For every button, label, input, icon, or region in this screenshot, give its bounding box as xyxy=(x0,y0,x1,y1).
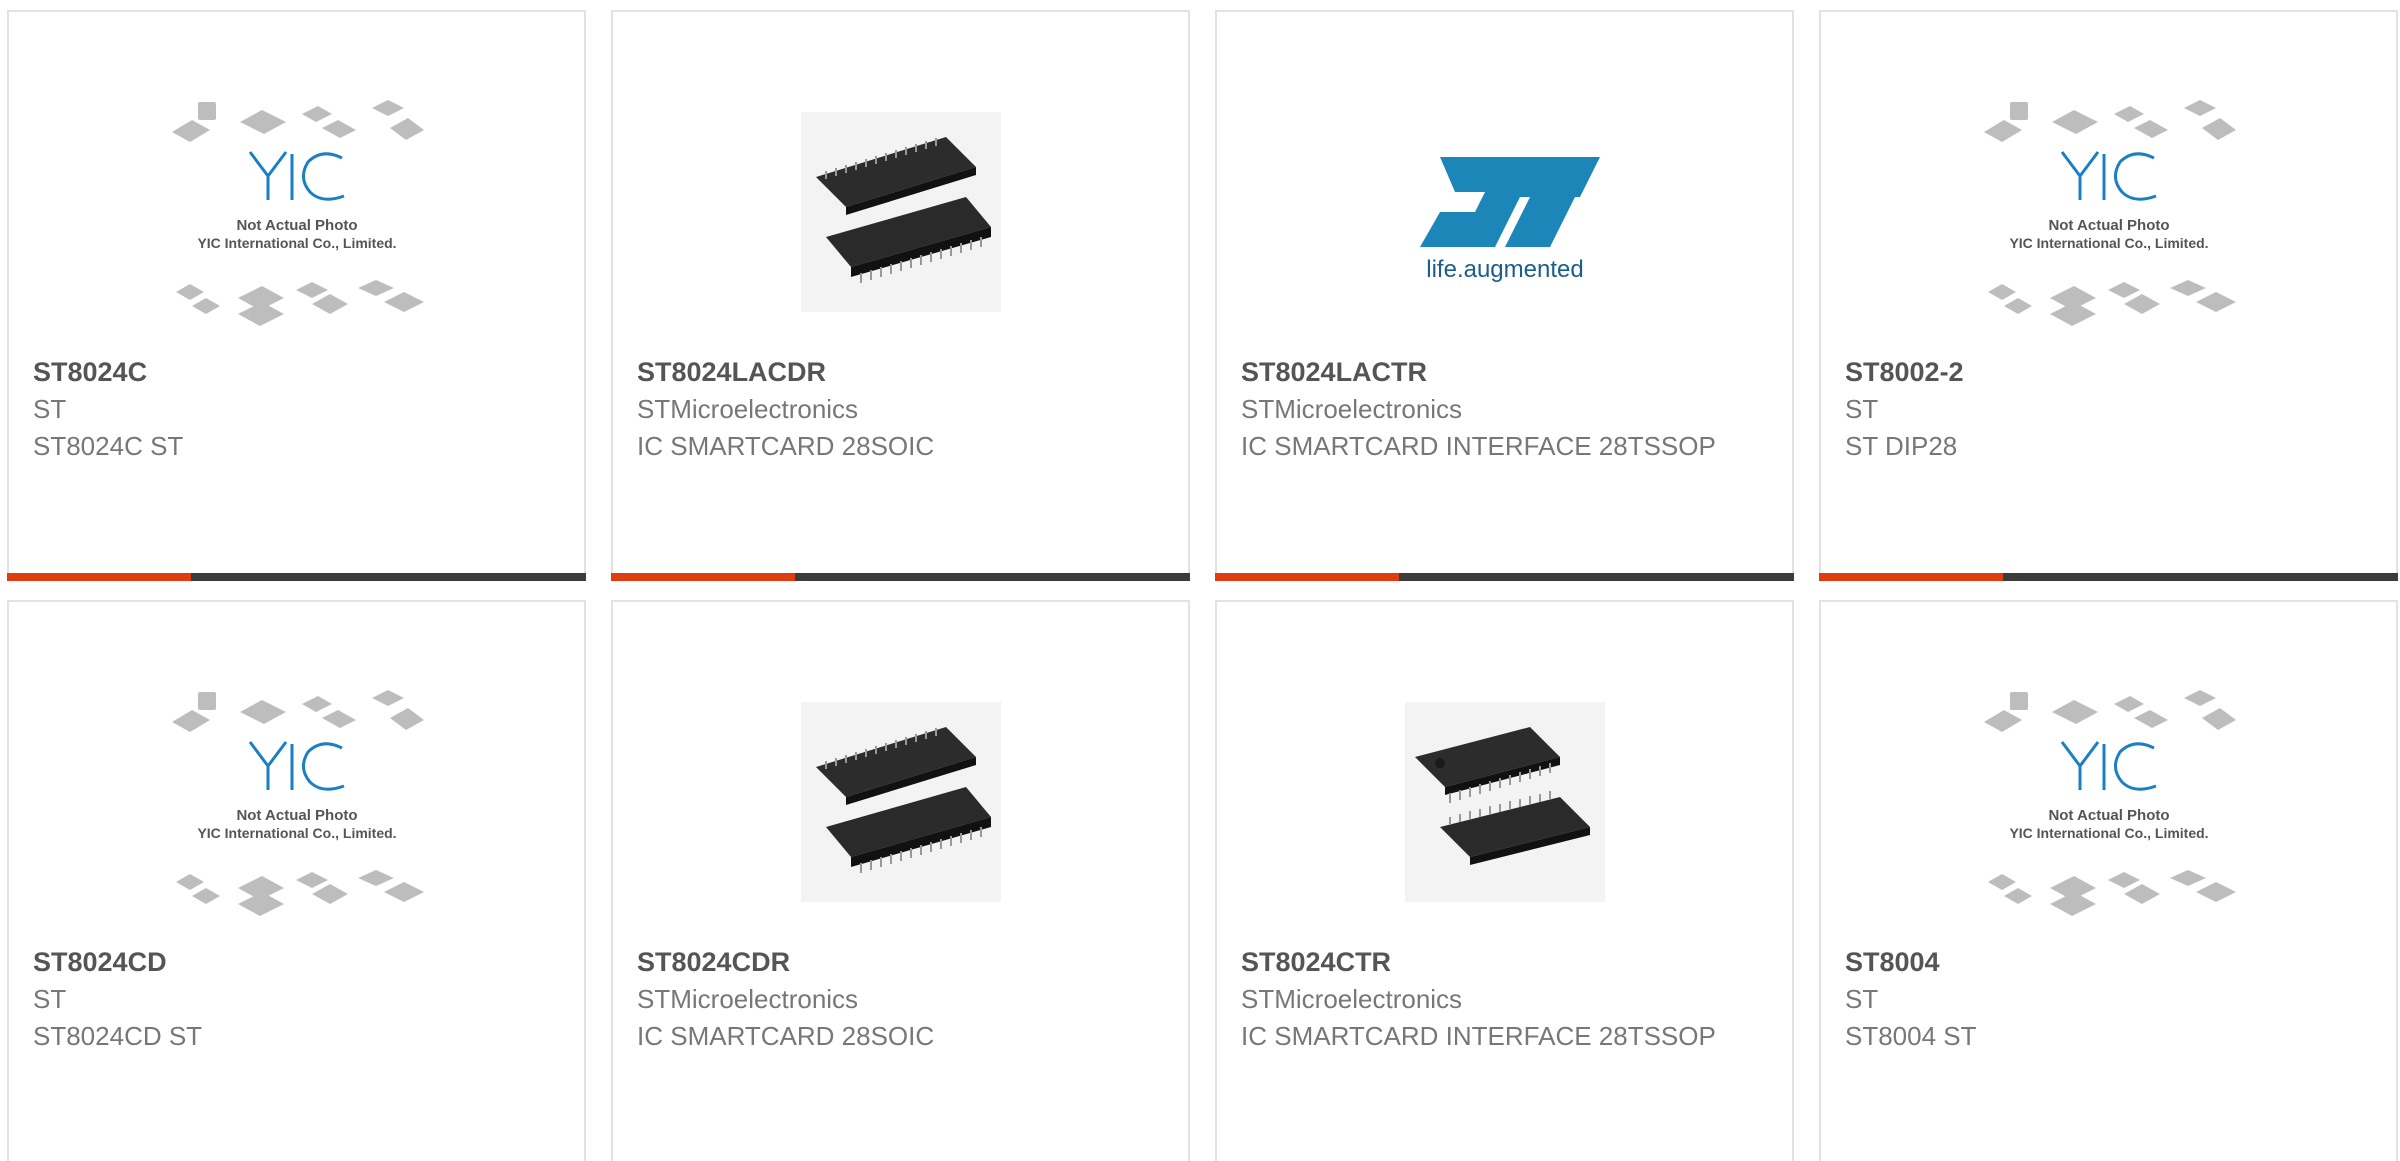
product-image[interactable] xyxy=(613,662,1188,942)
product-image[interactable]: Not Actual Photo YIC International Co., … xyxy=(9,662,584,942)
yic-placeholder-image: Not Actual Photo YIC International Co., … xyxy=(171,690,424,916)
placeholder-line2: YIC International Co., Limited. xyxy=(2009,235,2208,251)
placeholder-line1: Not Actual Photo xyxy=(236,807,357,824)
product-card[interactable]: ST8024CTR STMicroelectronics IC SMARTCAR… xyxy=(1215,600,1794,1161)
st-logo: life.augmented xyxy=(1419,157,1600,283)
description: IC SMARTCARD INTERFACE 28TSSOP xyxy=(1241,431,1716,461)
placeholder-line1: Not Actual Photo xyxy=(2048,807,2169,824)
product-card[interactable]: ST8024LACDR STMicroelectronics IC SMARTC… xyxy=(611,10,1190,581)
description: ST8024C ST xyxy=(33,431,184,461)
card-footer-bar xyxy=(611,573,1190,581)
manufacturer: ST xyxy=(1845,984,1879,1014)
placeholder-line2: YIC International Co., Limited. xyxy=(197,235,396,251)
product-card[interactable]: Not Actual Photo YIC International Co., … xyxy=(1819,600,2398,1161)
description: ST DIP28 xyxy=(1845,431,1958,461)
description: ST8024CD ST xyxy=(33,1021,203,1051)
product-grid: Not Actual Photo YIC International Co., … xyxy=(0,0,2400,1161)
product-image[interactable]: life.augmented xyxy=(1217,72,1792,352)
yic-placeholder-image: Not Actual Photo YIC International Co., … xyxy=(1983,690,2236,916)
placeholder-line2: YIC International Co., Limited. xyxy=(2009,825,2208,841)
part-number[interactable]: ST8024CD xyxy=(33,944,560,981)
yic-placeholder-image: Not Actual Photo YIC International Co., … xyxy=(1983,100,2236,326)
placeholder-line1: Not Actual Photo xyxy=(236,217,357,234)
part-number[interactable]: ST8024LACTR xyxy=(1241,354,1768,391)
manufacturer: STMicroelectronics xyxy=(637,984,859,1014)
product-image[interactable]: Not Actual Photo YIC International Co., … xyxy=(1821,72,2396,352)
manufacturer: ST xyxy=(33,984,67,1014)
soic-chip-photo xyxy=(800,702,1001,902)
product-image[interactable] xyxy=(613,72,1188,352)
manufacturer: ST xyxy=(33,394,67,424)
product-image[interactable] xyxy=(1217,662,1792,942)
card-footer-bar xyxy=(1215,573,1794,581)
manufacturer: ST xyxy=(1845,394,1879,424)
description: IC SMARTCARD 28SOIC xyxy=(637,431,935,461)
manufacturer: STMicroelectronics xyxy=(1241,984,1463,1014)
yic-placeholder-image: Not Actual Photo YIC International Co., … xyxy=(171,100,424,326)
description: IC SMARTCARD 28SOIC xyxy=(637,1021,935,1051)
soic-chip-photo xyxy=(800,112,1001,312)
product-card[interactable]: Not Actual Photo YIC International Co., … xyxy=(7,600,586,1161)
description: IC SMARTCARD INTERFACE 28TSSOP xyxy=(1241,1021,1716,1051)
card-footer-bar xyxy=(7,573,586,581)
placeholder-line2: YIC International Co., Limited. xyxy=(197,825,396,841)
part-number[interactable]: ST8024CDR xyxy=(637,944,1164,981)
part-number[interactable]: ST8004 xyxy=(1845,944,2372,981)
tssop-chip-photo xyxy=(1404,702,1605,902)
part-number[interactable]: ST8002-2 xyxy=(1845,354,2372,391)
product-image[interactable]: Not Actual Photo YIC International Co., … xyxy=(9,72,584,352)
card-footer-bar xyxy=(1819,573,2398,581)
product-card[interactable]: life.augmented ST8024LACTR STMicroelectr… xyxy=(1215,10,1794,581)
st-logo-tagline: life.augmented xyxy=(1426,256,1583,283)
product-card[interactable]: Not Actual Photo YIC International Co., … xyxy=(1819,10,2398,581)
part-number[interactable]: ST8024LACDR xyxy=(637,354,1164,391)
manufacturer: STMicroelectronics xyxy=(637,394,859,424)
product-card[interactable]: Not Actual Photo YIC International Co., … xyxy=(7,10,586,581)
product-image[interactable]: Not Actual Photo YIC International Co., … xyxy=(1821,662,2396,942)
placeholder-line1: Not Actual Photo xyxy=(2048,217,2169,234)
product-card[interactable]: ST8024CDR STMicroelectronics IC SMARTCAR… xyxy=(611,600,1190,1161)
part-number[interactable]: ST8024C xyxy=(33,354,560,391)
part-number[interactable]: ST8024CTR xyxy=(1241,944,1768,981)
description: ST8004 ST xyxy=(1845,1021,1977,1051)
manufacturer: STMicroelectronics xyxy=(1241,394,1463,424)
